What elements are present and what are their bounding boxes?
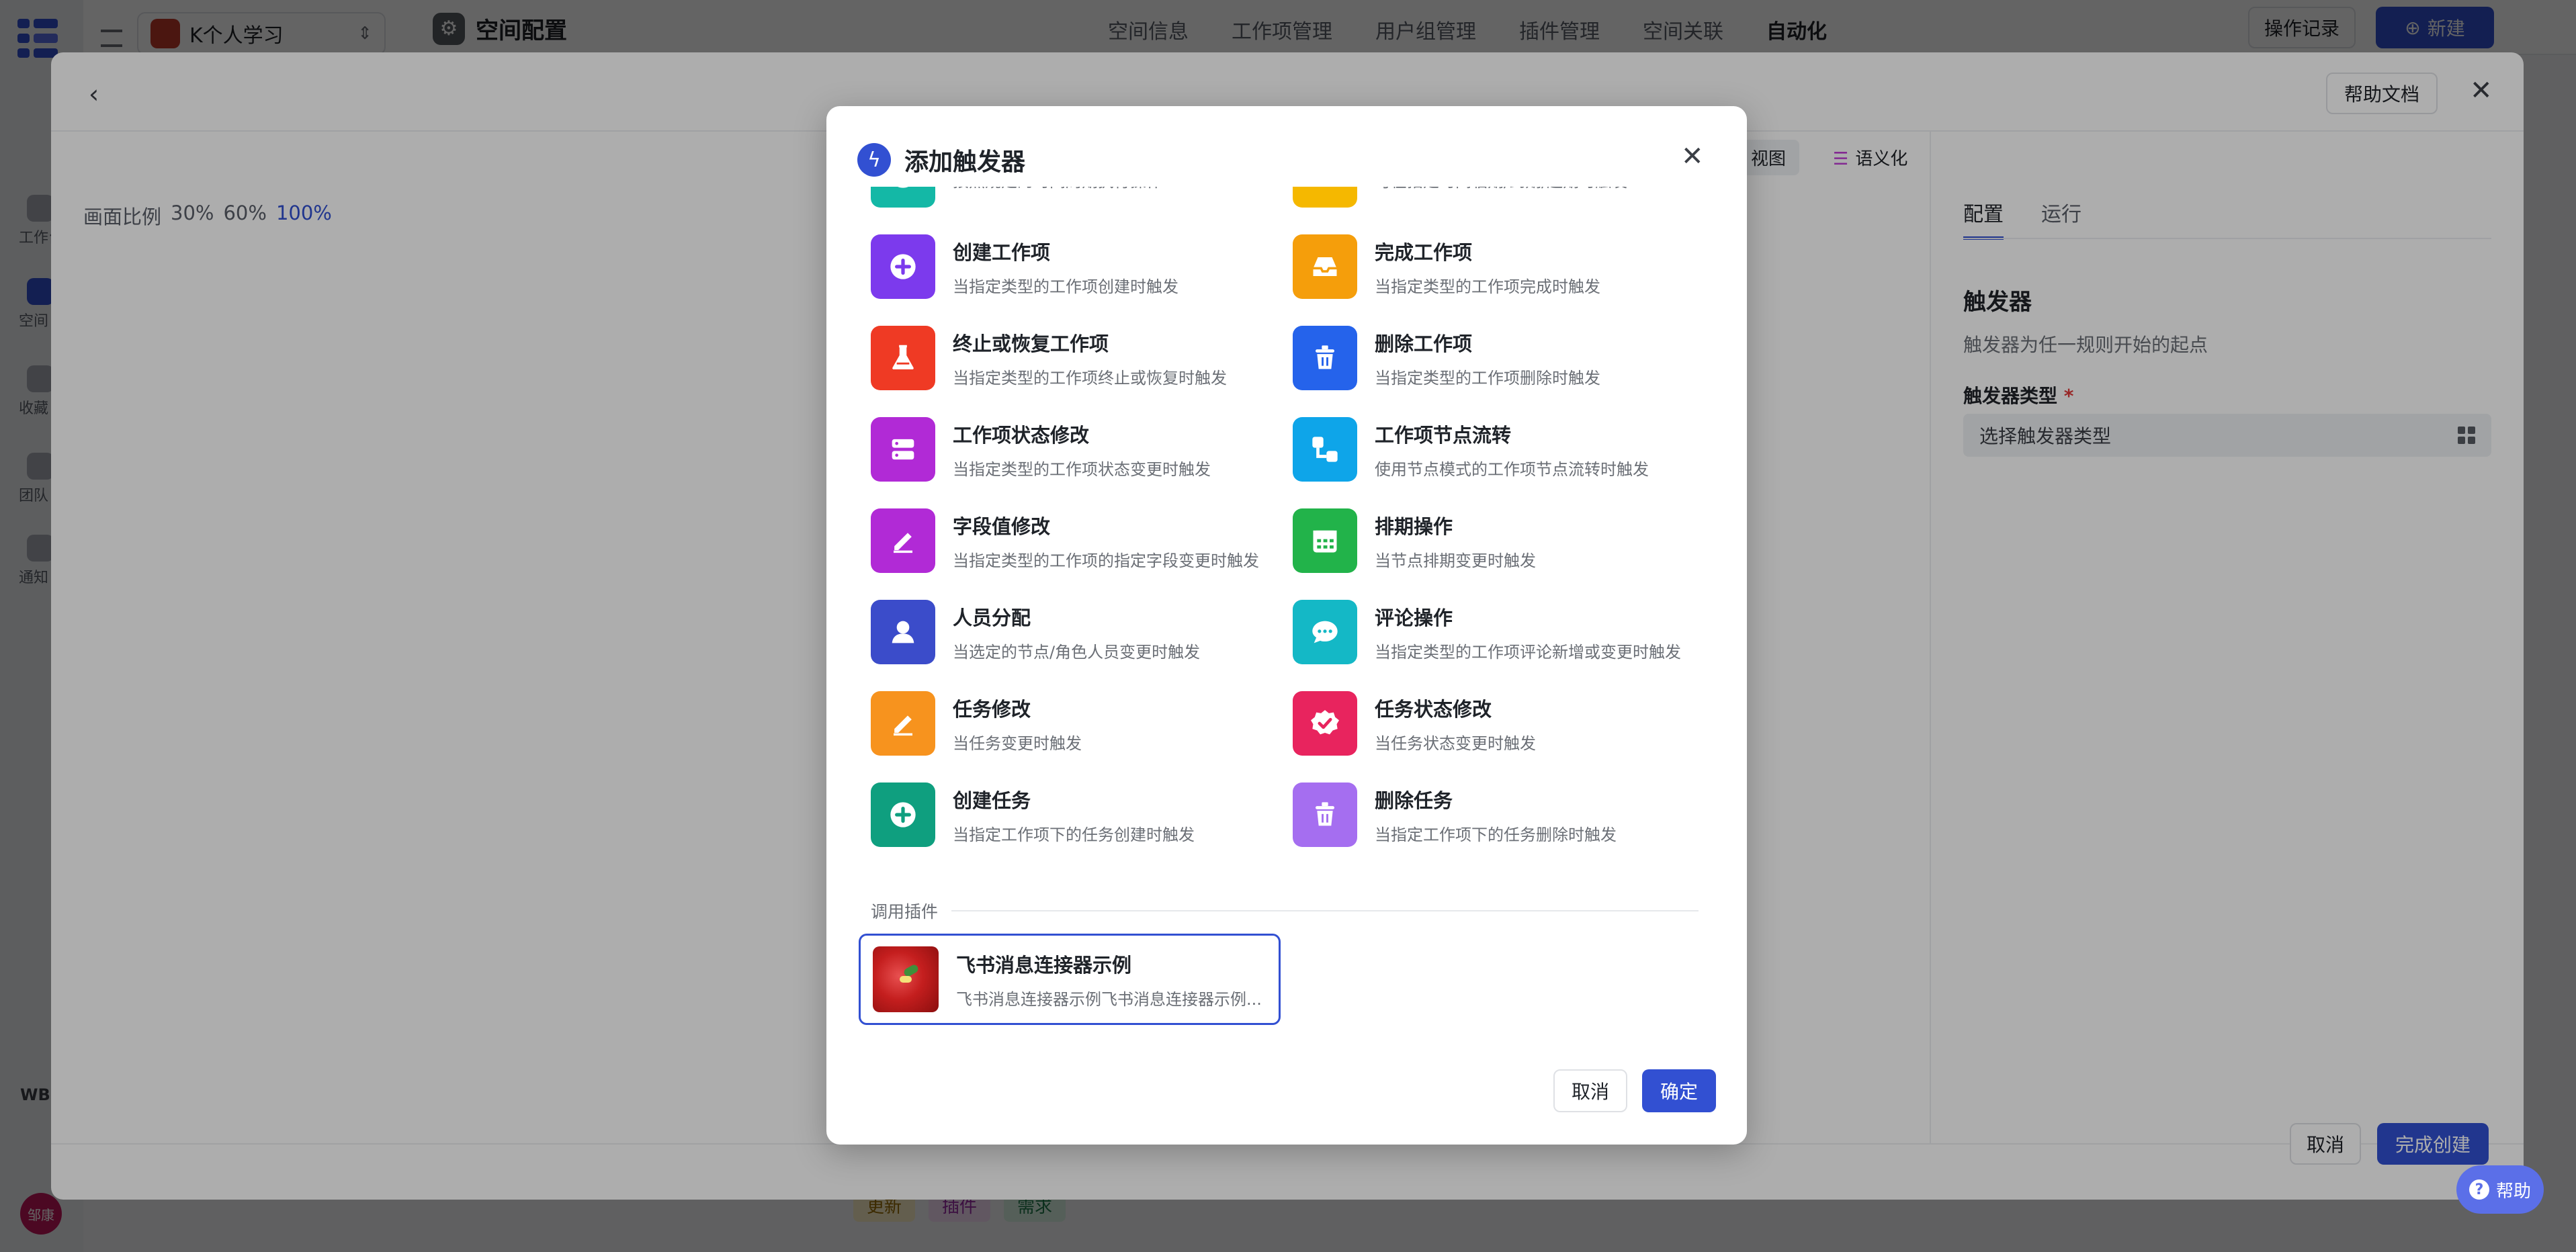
trigger-option-terminate-item[interactable]: 终止或恢复工作项当指定类型的工作项终止或恢复时触发 xyxy=(871,321,1287,395)
trigger-option-description: 当节点排期变更时触发 xyxy=(1375,551,1536,570)
trigger-option-text: 字段值修改当指定类型的工作项的指定字段变更时触发 xyxy=(953,511,1259,571)
modal-confirm-button[interactable]: 确定 xyxy=(1642,1069,1716,1112)
trigger-option-text: 人员分配当选定的节点/角色人员变更时触发 xyxy=(953,602,1200,662)
clock-icon xyxy=(871,187,935,208)
trigger-option-description: 按照规定的时间周期执行操作 xyxy=(953,187,1162,191)
plugin-card-feishu-connector[interactable]: 飞书消息连接器示例 飞书消息连接器示例飞书消息连接器示例... xyxy=(859,934,1281,1025)
trigger-option-title: 排期操作 xyxy=(1375,515,1453,538)
pencil-icon xyxy=(871,691,935,756)
trigger-option-scheduled[interactable]: 按照规定的时间周期执行操作 xyxy=(871,187,1287,212)
trigger-option-title: 工作项节点流转 xyxy=(1375,423,1512,447)
trigger-option-title: 字段值修改 xyxy=(953,515,1051,538)
trigger-option-description: 使用节点模式的工作项节点流转时触发 xyxy=(1375,459,1649,479)
trigger-option-text: 评论操作当指定类型的工作项评论新增或变更时触发 xyxy=(1375,602,1681,662)
trigger-option-text: 终止或恢复工作项当指定类型的工作项终止或恢复时触发 xyxy=(953,328,1227,388)
comment-icon xyxy=(1293,600,1357,664)
trigger-list: 按照规定的时间周期执行操作 可在指定时间临期/到期/超期时触发创建工作项当指定类型… xyxy=(871,187,1704,875)
trigger-option-title: 终止或恢复工作项 xyxy=(953,332,1109,355)
trigger-option-text: 工作项状态修改当指定类型的工作项状态变更时触发 xyxy=(953,420,1211,480)
lightning-icon: ϟ xyxy=(857,143,891,177)
user-icon xyxy=(871,600,935,664)
trigger-option-title: 删除任务 xyxy=(1375,789,1453,812)
trigger-option-delete-task[interactable]: 删除任务当指定工作项下的任务删除时触发 xyxy=(1293,778,1704,852)
status-icon xyxy=(871,417,935,482)
trigger-option-text: 创建任务当指定工作项下的任务创建时触发 xyxy=(953,785,1195,845)
trigger-option-deadline[interactable]: 可在指定时间临期/到期/超期时触发 xyxy=(1293,187,1704,212)
plugin-text: 飞书消息连接器示例 飞书消息连接器示例飞书消息连接器示例... xyxy=(956,950,1262,1010)
calendar-icon xyxy=(1293,508,1357,573)
calendar-alarm-icon xyxy=(1293,187,1357,208)
trigger-option-text: 可在指定时间临期/到期/超期时触发 xyxy=(1375,187,1627,191)
trigger-option-delete-item[interactable]: 删除工作项当指定类型的工作项删除时触发 xyxy=(1293,321,1704,395)
question-icon: ? xyxy=(2468,1179,2489,1200)
trigger-option-title: 完成工作项 xyxy=(1375,240,1473,264)
inbox-icon xyxy=(1293,234,1357,299)
trigger-option-text: 排期操作当节点排期变更时触发 xyxy=(1375,511,1536,571)
trash-icon xyxy=(1293,326,1357,390)
trigger-option-text: 任务修改当任务变更时触发 xyxy=(953,694,1082,754)
trigger-option-task-status[interactable]: 任务状态修改当任务状态变更时触发 xyxy=(1293,686,1704,760)
trigger-option-description: 当指定类型的工作项的指定字段变更时触发 xyxy=(953,551,1259,570)
plugin-section-label: 调用插件 xyxy=(871,902,939,922)
flask-icon xyxy=(871,326,935,390)
badge-check-icon xyxy=(1293,691,1357,756)
trigger-option-description: 当指定类型的工作项创建时触发 xyxy=(953,277,1178,296)
plus-circle-icon xyxy=(871,782,935,847)
trigger-option-description: 当指定类型的工作项删除时触发 xyxy=(1375,368,1600,388)
plugin-title: 飞书消息连接器示例 xyxy=(956,953,1132,977)
trigger-option-title: 创建任务 xyxy=(953,789,1031,812)
trigger-option-title: 评论操作 xyxy=(1375,606,1453,629)
flow-icon xyxy=(1293,417,1357,482)
plus-circle-icon xyxy=(871,234,935,299)
modal-title: 添加触发器 xyxy=(904,148,1026,176)
trash-icon xyxy=(1293,782,1357,847)
trigger-option-complete-item[interactable]: 完成工作项当指定类型的工作项完成时触发 xyxy=(1293,230,1704,304)
trigger-option-description: 当指定类型的工作项终止或恢复时触发 xyxy=(953,368,1227,388)
trigger-option-status-change[interactable]: 工作项状态修改当指定类型的工作项状态变更时触发 xyxy=(871,412,1287,486)
trigger-option-description: 可在指定时间临期/到期/超期时触发 xyxy=(1375,187,1627,191)
plugin-description: 飞书消息连接器示例飞书消息连接器示例... xyxy=(956,989,1262,1009)
trigger-option-task-change[interactable]: 任务修改当任务变更时触发 xyxy=(871,686,1287,760)
plugin-thumbnail xyxy=(873,946,939,1012)
trigger-option-title: 创建工作项 xyxy=(953,240,1051,264)
trigger-option-assign[interactable]: 人员分配当选定的节点/角色人员变更时触发 xyxy=(871,595,1287,669)
trigger-option-description: 当指定工作项下的任务创建时触发 xyxy=(953,825,1195,844)
trigger-option-description: 当指定类型的工作项状态变更时触发 xyxy=(953,459,1211,479)
trigger-option-text: 删除任务当指定工作项下的任务删除时触发 xyxy=(1375,785,1617,845)
trigger-option-create-item[interactable]: 创建工作项当指定类型的工作项创建时触发 xyxy=(871,230,1287,304)
trigger-option-schedule-op[interactable]: 排期操作当节点排期变更时触发 xyxy=(1293,504,1704,578)
trigger-option-text: 删除工作项当指定类型的工作项删除时触发 xyxy=(1375,328,1600,388)
trigger-option-text: 任务状态修改当任务状态变更时触发 xyxy=(1375,694,1536,754)
trigger-option-field-change[interactable]: 字段值修改当指定类型的工作项的指定字段变更时触发 xyxy=(871,504,1287,578)
help-float-button[interactable]: ? 帮助 xyxy=(2456,1165,2544,1214)
modal-header: ϟ 添加触发器 xyxy=(857,142,1025,177)
trigger-option-description: 当任务变更时触发 xyxy=(953,733,1082,753)
trigger-option-comment[interactable]: 评论操作当指定类型的工作项评论新增或变更时触发 xyxy=(1293,595,1704,669)
trigger-option-title: 工作项状态修改 xyxy=(953,423,1090,447)
trigger-option-title: 任务修改 xyxy=(953,697,1031,721)
trigger-option-description: 当选定的节点/角色人员变更时触发 xyxy=(953,642,1201,662)
add-trigger-modal: ϟ 添加触发器 ✕ 按照规定的时间周期执行操作 可在指定时间临期/到期/超期时触发… xyxy=(826,106,1747,1145)
trigger-option-description: 当指定工作项下的任务删除时触发 xyxy=(1375,825,1617,844)
trigger-option-description: 当指定类型的工作项完成时触发 xyxy=(1375,277,1600,296)
trigger-option-title: 人员分配 xyxy=(953,606,1031,629)
trigger-option-description: 当指定类型的工作项评论新增或变更时触发 xyxy=(1375,642,1681,662)
modal-close-icon[interactable]: ✕ xyxy=(1681,141,1704,172)
trigger-option-description: 当任务状态变更时触发 xyxy=(1375,733,1536,753)
trigger-option-title: 任务状态修改 xyxy=(1375,697,1492,721)
trigger-option-text: 完成工作项当指定类型的工作项完成时触发 xyxy=(1375,237,1600,297)
pencil-icon xyxy=(871,508,935,573)
trigger-option-create-task[interactable]: 创建任务当指定工作项下的任务创建时触发 xyxy=(871,778,1287,852)
trigger-option-text: 按照规定的时间周期执行操作 xyxy=(953,187,1162,191)
help-label: 帮助 xyxy=(2495,1181,2531,1202)
trigger-option-title: 删除工作项 xyxy=(1375,332,1473,355)
divider-line xyxy=(951,910,1699,911)
trigger-option-text: 工作项节点流转使用节点模式的工作项节点流转时触发 xyxy=(1375,420,1649,480)
plugin-section-divider: 调用插件 xyxy=(871,899,1699,923)
modal-cancel-button[interactable]: 取消 xyxy=(1553,1069,1627,1112)
trigger-option-text: 创建工作项当指定类型的工作项创建时触发 xyxy=(953,237,1178,297)
trigger-option-node-flow[interactable]: 工作项节点流转使用节点模式的工作项节点流转时触发 xyxy=(1293,412,1704,486)
